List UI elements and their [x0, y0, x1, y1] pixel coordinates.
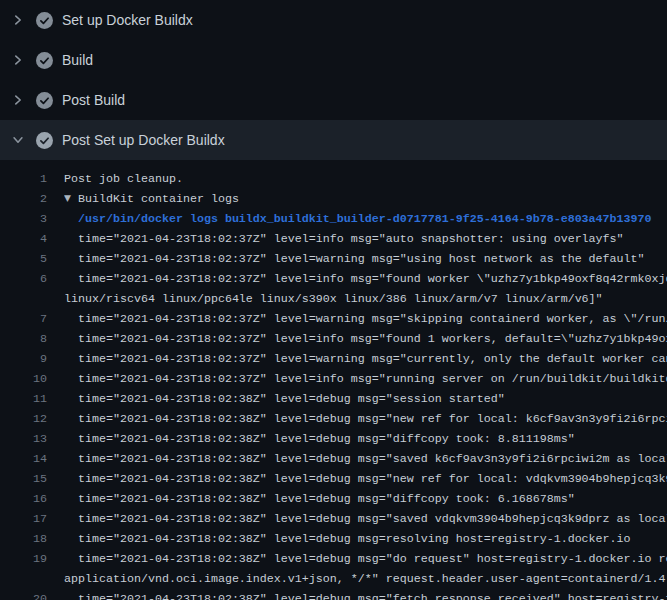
log-text: time="2021-04-23T18:02:37Z" level=warnin…	[64, 349, 667, 369]
steps-list: Set up Docker Buildx Build Post Build Post …	[0, 0, 667, 160]
check-circle-icon	[36, 132, 53, 149]
log-line-8: 8 time="2021-04-23T18:02:37Z" level=info…	[0, 329, 667, 349]
log-text: linux/riscv64 linux/ppc64le linux/s390x …	[64, 289, 667, 309]
log-text: time="2021-04-23T18:02:38Z" level=debug …	[64, 489, 667, 509]
log-line-continuation: application/vnd.oci.image.index.v1+json,…	[0, 569, 667, 589]
step-label: Set up Docker Buildx	[62, 12, 193, 28]
log-text: time="2021-04-23T18:02:38Z" level=debug …	[64, 529, 667, 549]
step-label: Post Set up Docker Buildx	[62, 132, 225, 148]
log-text: time="2021-04-23T18:02:38Z" level=debug …	[64, 469, 667, 489]
log-line-5: 5 time="2021-04-23T18:02:37Z" level=warn…	[0, 249, 667, 269]
chevron-right-icon[interactable]	[11, 53, 25, 67]
line-number[interactable]: 15	[0, 469, 47, 489]
log-line-11: 11 time="2021-04-23T18:02:38Z" level=deb…	[0, 389, 667, 409]
log-line-17: 17 time="2021-04-23T18:02:38Z" level=deb…	[0, 509, 667, 529]
line-number[interactable]: 4	[0, 229, 47, 249]
line-number[interactable]: 13	[0, 429, 47, 449]
log-text: time="2021-04-23T18:02:37Z" level=info m…	[64, 269, 667, 289]
line-number[interactable]: 18	[0, 529, 47, 549]
line-number[interactable]: 8	[0, 329, 47, 349]
log-text: time="2021-04-23T18:02:38Z" level=debug …	[64, 429, 667, 449]
step-label: Post Build	[62, 92, 125, 108]
line-number[interactable]: 9	[0, 349, 47, 369]
log-line-1: 1 Post job cleanup.	[0, 169, 667, 189]
log-text: application/vnd.oci.image.index.v1+json,…	[64, 569, 667, 589]
log-text: time="2021-04-23T18:02:37Z" level=warnin…	[64, 249, 667, 269]
step-row-post-set-up-docker-buildx[interactable]: Post Set up Docker Buildx	[0, 120, 667, 160]
log-line-18: 18 time="2021-04-23T18:02:38Z" level=deb…	[0, 529, 667, 549]
check-circle-icon	[36, 92, 53, 109]
log-line-20: 20 time="2021-04-23T18:02:38Z" level=deb…	[0, 589, 667, 600]
log-text: Post job cleanup.	[64, 169, 667, 189]
log-line-15: 15 time="2021-04-23T18:02:38Z" level=deb…	[0, 469, 667, 489]
line-number[interactable]: 6	[0, 269, 47, 289]
log-line-12: 12 time="2021-04-23T18:02:38Z" level=deb…	[0, 409, 667, 429]
line-number[interactable]: 16	[0, 489, 47, 509]
line-number[interactable]: 14	[0, 449, 47, 469]
step-row-post-build[interactable]: Post Build	[0, 80, 667, 120]
log-text: time="2021-04-23T18:02:37Z" level=warnin…	[64, 309, 667, 329]
log-area: 1 Post job cleanup. 2 ▼BuildKit container l…	[0, 160, 667, 600]
log-line-2: 2 ▼BuildKit container logs	[0, 189, 667, 209]
log-text: time="2021-04-23T18:02:38Z" level=debug …	[64, 409, 667, 429]
log-line-10: 10 time="2021-04-23T18:02:37Z" level=inf…	[0, 369, 667, 389]
log-line-continuation: linux/riscv64 linux/ppc64le linux/s390x …	[0, 289, 667, 309]
step-row-set-up-docker-buildx[interactable]: Set up Docker Buildx	[0, 0, 667, 40]
line-number[interactable]: 20	[0, 589, 47, 600]
log-line-6: 6 time="2021-04-23T18:02:37Z" level=info…	[0, 269, 667, 289]
line-number[interactable]: 17	[0, 509, 47, 529]
chevron-right-icon[interactable]	[11, 93, 25, 107]
log-line-3: 3 /usr/bin/docker logs buildx_buildkit_b…	[0, 209, 667, 229]
log-line-16: 16 time="2021-04-23T18:02:38Z" level=deb…	[0, 489, 667, 509]
log-text: time="2021-04-23T18:02:38Z" level=debug …	[64, 389, 667, 409]
log-text: time="2021-04-23T18:02:37Z" level=info m…	[64, 229, 667, 249]
log-text: time="2021-04-23T18:02:38Z" level=debug …	[64, 549, 667, 569]
check-circle-icon	[36, 52, 53, 69]
line-number[interactable]: 1	[0, 169, 47, 189]
line-number[interactable]: 3	[0, 209, 47, 229]
log-line-9: 9 time="2021-04-23T18:02:37Z" level=warn…	[0, 349, 667, 369]
chevron-right-icon[interactable]	[11, 13, 25, 27]
line-number[interactable]: 12	[0, 409, 47, 429]
line-number[interactable]: 10	[0, 369, 47, 389]
log-group-toggle[interactable]: ▼BuildKit container logs	[64, 189, 667, 209]
line-number	[0, 569, 47, 589]
log-group-label: BuildKit container logs	[78, 192, 239, 206]
log-line-7: 7 time="2021-04-23T18:02:37Z" level=warn…	[0, 309, 667, 329]
log-text: time="2021-04-23T18:02:37Z" level=info m…	[64, 369, 667, 389]
log-command-text: /usr/bin/docker logs buildx_buildkit_bui…	[64, 209, 667, 229]
log-line-4: 4 time="2021-04-23T18:02:37Z" level=info…	[0, 229, 667, 249]
log-line-13: 13 time="2021-04-23T18:02:38Z" level=deb…	[0, 429, 667, 449]
log-line-19: 19 time="2021-04-23T18:02:38Z" level=deb…	[0, 549, 667, 569]
line-number[interactable]: 2	[0, 189, 47, 209]
collapse-triangle-icon: ▼	[64, 189, 78, 208]
step-label: Build	[62, 52, 93, 68]
log-text: time="2021-04-23T18:02:38Z" level=debug …	[64, 449, 667, 469]
line-number[interactable]: 5	[0, 249, 47, 269]
line-number[interactable]: 11	[0, 389, 47, 409]
line-number[interactable]: 19	[0, 549, 47, 569]
log-text: time="2021-04-23T18:02:38Z" level=debug …	[64, 509, 667, 529]
check-circle-icon	[36, 12, 53, 29]
log-line-14: 14 time="2021-04-23T18:02:38Z" level=deb…	[0, 449, 667, 469]
step-row-build[interactable]: Build	[0, 40, 667, 80]
line-number[interactable]: 7	[0, 309, 47, 329]
line-number	[0, 289, 47, 309]
chevron-down-icon[interactable]	[11, 133, 25, 147]
log-text: time="2021-04-23T18:02:38Z" level=debug …	[64, 589, 667, 600]
log-text: time="2021-04-23T18:02:37Z" level=info m…	[64, 329, 667, 349]
